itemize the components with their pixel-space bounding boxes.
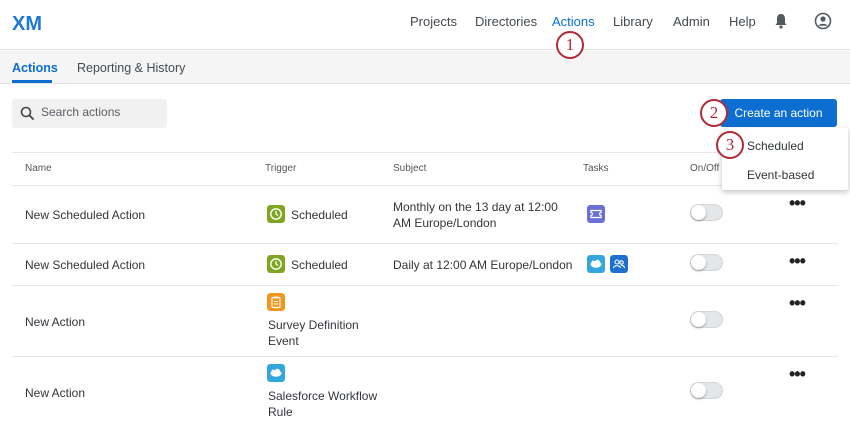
- column-header-trigger[interactable]: Trigger: [265, 163, 296, 174]
- toggle-knob: [691, 205, 706, 220]
- xm-logo[interactable]: XM: [12, 11, 48, 35]
- toggle-knob: [691, 255, 706, 270]
- trigger-label: Scheduled: [291, 208, 348, 222]
- action-name[interactable]: New Scheduled Action: [25, 207, 145, 223]
- callout-1: 1: [556, 31, 584, 59]
- column-header-tasks[interactable]: Tasks: [583, 163, 609, 174]
- row-divider: [12, 356, 838, 357]
- nav-projects[interactable]: Projects: [410, 14, 457, 29]
- trigger-label: Salesforce Workflow Rule: [268, 389, 378, 419]
- column-header-name[interactable]: Name: [25, 163, 52, 174]
- more-options-icon[interactable]: •••: [789, 365, 806, 383]
- clock-icon: [267, 255, 285, 273]
- active-tab-indicator: [12, 80, 52, 83]
- user-account-icon[interactable]: [814, 12, 832, 30]
- callout-3: 3: [716, 131, 744, 159]
- top-nav: XM Projects Directories Actions Library …: [0, 0, 850, 50]
- subject-text: Monthly on the 13 day at 12:00 AM Europe…: [393, 200, 558, 230]
- clock-icon: [267, 205, 285, 223]
- nav-admin[interactable]: Admin: [673, 14, 710, 29]
- search-icon: [20, 106, 35, 121]
- salesforce-icon: [267, 364, 285, 382]
- action-name[interactable]: New Action: [25, 385, 85, 401]
- subject-text: Daily at 12:00 AM Europe/London: [393, 258, 573, 272]
- nav-directories[interactable]: Directories: [475, 14, 537, 29]
- tab-actions[interactable]: Actions: [12, 61, 58, 75]
- bell-icon[interactable]: [772, 12, 790, 30]
- more-options-icon[interactable]: •••: [789, 294, 806, 312]
- row-divider: [12, 285, 838, 286]
- create-action-button[interactable]: Create an action: [720, 99, 837, 127]
- nav-help[interactable]: Help: [729, 14, 756, 29]
- nav-library[interactable]: Library: [613, 14, 653, 29]
- header-divider: [12, 185, 838, 186]
- dropdown-item-event-based[interactable]: Event-based: [747, 168, 814, 182]
- action-name[interactable]: New Scheduled Action: [25, 257, 145, 273]
- toggle-knob: [691, 312, 706, 327]
- row-divider: [12, 243, 838, 244]
- search-input[interactable]: [41, 105, 161, 119]
- column-header-subject[interactable]: Subject: [393, 163, 426, 174]
- trigger-label: Scheduled: [291, 258, 348, 272]
- survey-clipboard-icon: [267, 293, 285, 311]
- more-options-icon[interactable]: •••: [789, 194, 806, 212]
- nav-actions[interactable]: Actions: [552, 14, 595, 29]
- contacts-icon: [610, 255, 628, 273]
- ticket-icon: [587, 205, 605, 223]
- action-name[interactable]: New Action: [25, 314, 85, 330]
- salesforce-icon: [587, 255, 605, 273]
- on-off-toggle[interactable]: [690, 204, 723, 221]
- more-options-icon[interactable]: •••: [789, 252, 806, 270]
- tab-reporting-history[interactable]: Reporting & History: [77, 61, 185, 75]
- dropdown-item-scheduled[interactable]: Scheduled: [747, 139, 804, 153]
- on-off-toggle[interactable]: [690, 382, 723, 399]
- toggle-knob: [691, 383, 706, 398]
- search-box[interactable]: [12, 99, 167, 128]
- on-off-toggle[interactable]: [690, 311, 723, 328]
- svg-text:XM: XM: [12, 13, 42, 35]
- on-off-toggle[interactable]: [690, 254, 723, 271]
- table-top-divider: [12, 152, 838, 153]
- sub-tab-bar: Actions Reporting & History: [0, 51, 850, 84]
- trigger-label: Survey Definition Event: [268, 318, 359, 348]
- callout-2: 2: [700, 99, 728, 127]
- column-header-on-off[interactable]: On/Off: [690, 163, 719, 174]
